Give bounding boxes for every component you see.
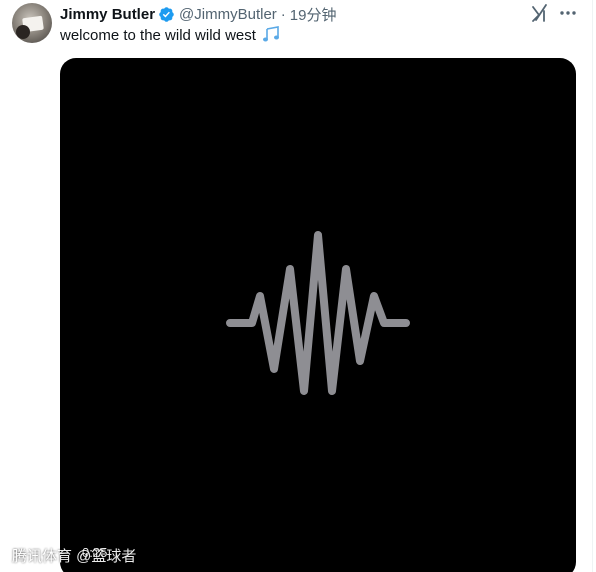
tweet-text: welcome to the wild wild west (60, 26, 280, 44)
tweet-card: Jimmy Butler @JimmyButler · 19分钟 welcome… (0, 0, 596, 572)
audio-waveform-icon (226, 231, 410, 395)
avatar[interactable] (12, 3, 52, 43)
tweet-header: Jimmy Butler @JimmyButler · 19分钟 (60, 4, 336, 24)
musical-notes-icon (263, 26, 280, 42)
display-name[interactable]: Jimmy Butler (60, 6, 155, 23)
watermark-text: 腾讯体育 @篮球者 (12, 548, 137, 565)
avatar-shadow (16, 25, 30, 39)
verified-badge-icon (159, 6, 174, 22)
user-handle[interactable]: @JimmyButler (179, 6, 277, 23)
separator-dot: · (280, 5, 286, 23)
timestamp[interactable]: 19分钟 (290, 4, 337, 25)
audio-media-player[interactable]: 0:25 (60, 58, 576, 572)
grok-icon[interactable] (530, 3, 550, 23)
tweet-text-content: welcome to the wild wild west (60, 27, 256, 44)
timeline-border (592, 0, 593, 572)
more-options-icon[interactable] (558, 3, 578, 23)
